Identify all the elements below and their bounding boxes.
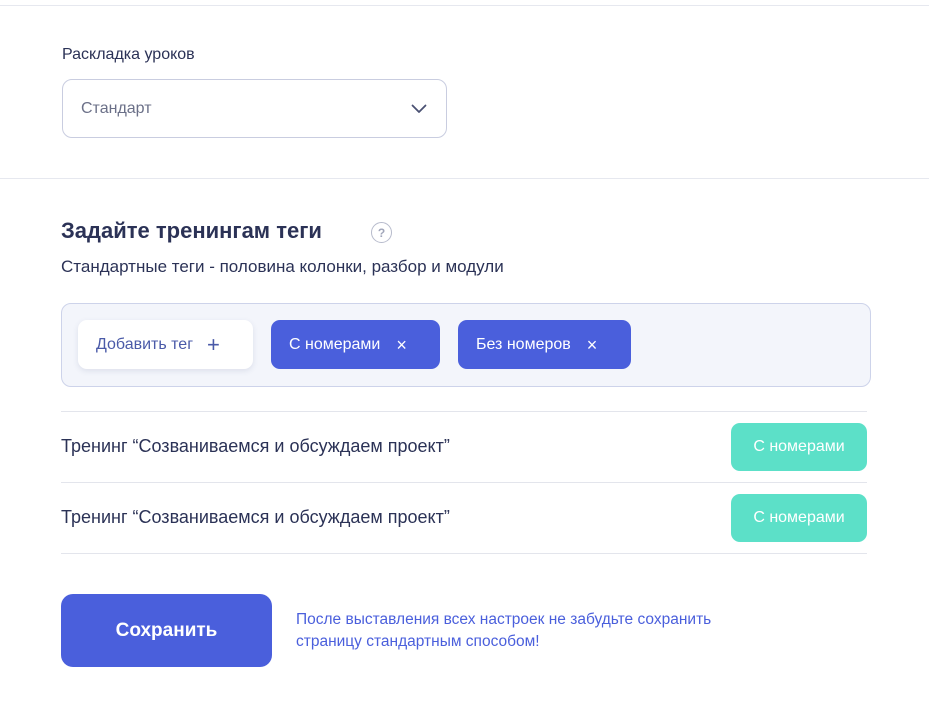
add-tag-label: Добавить тег	[96, 335, 194, 353]
row-divider	[61, 411, 867, 412]
close-icon[interactable]: ×	[396, 336, 407, 354]
section-divider	[0, 178, 929, 179]
save-note: После выставления всех настроек не забуд…	[296, 611, 712, 650]
training-name: Тренинг “Созваниваемся и обсуждаем проек…	[61, 507, 450, 527]
tags-section-title: Задайте тренингам теги	[61, 218, 322, 243]
layout-select-value: Стандарт	[81, 99, 152, 117]
add-tag-button[interactable]: Добавить тег +	[78, 320, 253, 369]
tag-chip-label: С номерами	[289, 335, 381, 353]
tag-chip-without-numbers[interactable]: Без номеров ×	[458, 320, 631, 369]
training-tag-badge[interactable]: С номерами	[731, 423, 867, 471]
layout-label: Раскладка уроков	[62, 46, 195, 63]
save-button[interactable]: Сохранить	[61, 594, 272, 667]
training-tag-badge[interactable]: С номерами	[731, 494, 867, 542]
tag-chip-label: Без номеров	[476, 335, 571, 353]
layout-select[interactable]: Стандарт	[62, 79, 447, 138]
chevron-down-icon	[410, 100, 428, 118]
question-circle-icon[interactable]: ?	[371, 222, 392, 243]
row-divider	[61, 553, 867, 554]
row-divider	[61, 482, 867, 483]
plus-icon: +	[207, 331, 220, 357]
top-divider	[0, 5, 929, 6]
close-icon[interactable]: ×	[587, 336, 598, 354]
tags-section-subtitle: Стандартные теги - половина колонки, раз…	[61, 257, 504, 276]
training-name: Тренинг “Созваниваемся и обсуждаем проек…	[61, 436, 450, 456]
tag-chip-with-numbers[interactable]: С номерами ×	[271, 320, 440, 369]
